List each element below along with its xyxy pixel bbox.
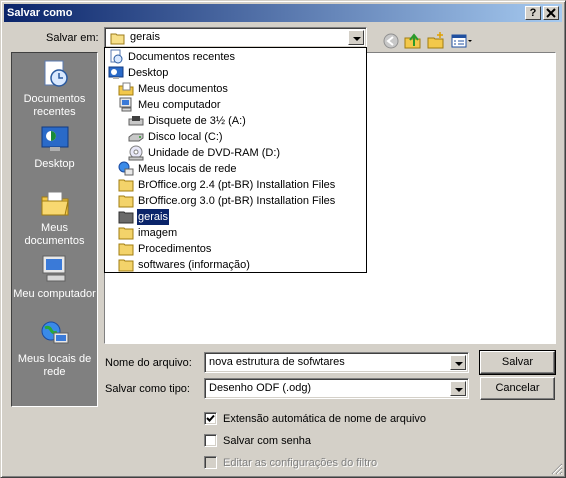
filetype-value: Desenho ODF (.odg) — [209, 382, 312, 394]
save-button[interactable]: Salvar — [479, 350, 556, 375]
dropdown-item-procedimentos[interactable]: Procedimentos — [118, 241, 212, 257]
dvd-drive-icon — [128, 145, 144, 161]
dropdown-item-broffice-24[interactable]: BrOffice.org 2.4 (pt-BR) Installation Fi… — [118, 177, 336, 193]
back-icon[interactable] — [381, 31, 401, 51]
save-in-value: gerais — [130, 31, 160, 43]
open-folder-icon — [110, 33, 125, 45]
folder-icon — [118, 195, 134, 208]
filetype-label: Salvar como tipo: — [105, 383, 190, 395]
auto-extension-label: Extensão automática de nome de arquivo — [223, 413, 427, 425]
auto-extension-checkbox[interactable] — [204, 412, 217, 425]
places-bar: Documentos recentes Desktop Meus documen… — [11, 52, 98, 407]
save-with-password-label: Salvar com senha — [223, 435, 312, 447]
floppy-drive-icon — [128, 116, 144, 126]
place-my-documents[interactable]: Meus documentos — [12, 187, 97, 248]
save-in-label: Salvar em: — [46, 32, 99, 44]
new-folder-icon[interactable] — [426, 31, 446, 51]
recent-documents-icon — [44, 60, 68, 87]
up-folder-icon[interactable] — [403, 31, 423, 51]
dropdown-item-network[interactable]: Meus locais de rede — [118, 161, 237, 177]
desktop-icon — [108, 66, 124, 79]
edit-filter-settings-checkbox — [204, 456, 217, 469]
save-in-dropdown-list: Documentos recentes Desktop Meus documen… — [104, 47, 367, 273]
folder-icon — [118, 179, 134, 192]
save-in-combo[interactable]: gerais — [104, 27, 367, 48]
my-documents-icon — [118, 82, 134, 96]
recent-documents-icon — [110, 49, 123, 64]
my-computer-icon — [42, 255, 65, 282]
dropdown-item-dvd[interactable]: Unidade de DVD-RAM (D:) — [128, 145, 281, 161]
save-as-dialog: Salvar como ? Salvar em: gerais Document… — [0, 0, 566, 478]
filename-combo[interactable]: nova estrutura de sofwtares — [204, 352, 469, 373]
dropdown-item-desktop[interactable]: Desktop — [108, 65, 169, 81]
resize-grip-icon[interactable] — [551, 463, 563, 475]
help-button[interactable]: ? — [525, 6, 541, 20]
folder-icon — [118, 227, 134, 240]
title-bar[interactable]: Salvar como ? — [4, 4, 562, 22]
view-menu-icon[interactable] — [450, 31, 474, 51]
my-computer-icon — [119, 97, 132, 112]
dropdown-item-imagem[interactable]: imagem — [118, 225, 178, 241]
dropdown-item-floppy[interactable]: Disquete de 3½ (A:) — [128, 113, 247, 129]
dropdown-item-local-disk[interactable]: Disco local (C:) — [128, 129, 224, 145]
hard-drive-icon — [128, 133, 144, 142]
dropdown-item-softwares[interactable]: softwares (informação) — [118, 257, 251, 273]
cancel-button[interactable]: Cancelar — [480, 377, 555, 400]
open-folder-icon — [118, 211, 134, 224]
place-my-computer[interactable]: Meu computador — [12, 253, 97, 301]
dropdown-item-recent-documents[interactable]: Documentos recentes — [108, 49, 236, 65]
place-network[interactable]: Meus locais de rede — [12, 318, 97, 379]
my-documents-icon — [41, 191, 69, 216]
folder-icon — [118, 243, 134, 256]
save-with-password-checkbox[interactable] — [204, 434, 217, 447]
dropdown-item-my-documents[interactable]: Meus documentos — [118, 81, 229, 97]
filetype-combo[interactable]: Desenho ODF (.odg) — [204, 378, 469, 399]
place-recent-documents[interactable]: Documentos recentes — [12, 58, 97, 119]
dropdown-item-gerais[interactable]: gerais — [118, 208, 170, 226]
filename-input[interactable]: nova estrutura de sofwtares — [209, 356, 345, 368]
edit-filter-settings-label: Editar as configurações do filtro — [223, 457, 378, 469]
dropdown-item-my-computer[interactable]: Meu computador — [118, 97, 222, 113]
filename-dropdown-button[interactable] — [450, 355, 466, 370]
close-button[interactable] — [543, 6, 559, 20]
save-in-dropdown-button[interactable] — [348, 30, 364, 45]
filename-label: Nome do arquivo: — [105, 357, 192, 369]
window-title: Salvar como — [7, 7, 73, 19]
filetype-dropdown-button[interactable] — [450, 381, 466, 396]
network-places-icon — [118, 161, 134, 176]
desktop-icon — [41, 126, 68, 151]
checkmark-icon — [206, 414, 215, 422]
dropdown-item-broffice-30[interactable]: BrOffice.org 3.0 (pt-BR) Installation Fi… — [118, 193, 336, 209]
network-places-icon — [41, 321, 68, 344]
folder-icon — [118, 259, 134, 272]
place-desktop[interactable]: Desktop — [12, 123, 97, 171]
close-icon — [546, 8, 556, 18]
